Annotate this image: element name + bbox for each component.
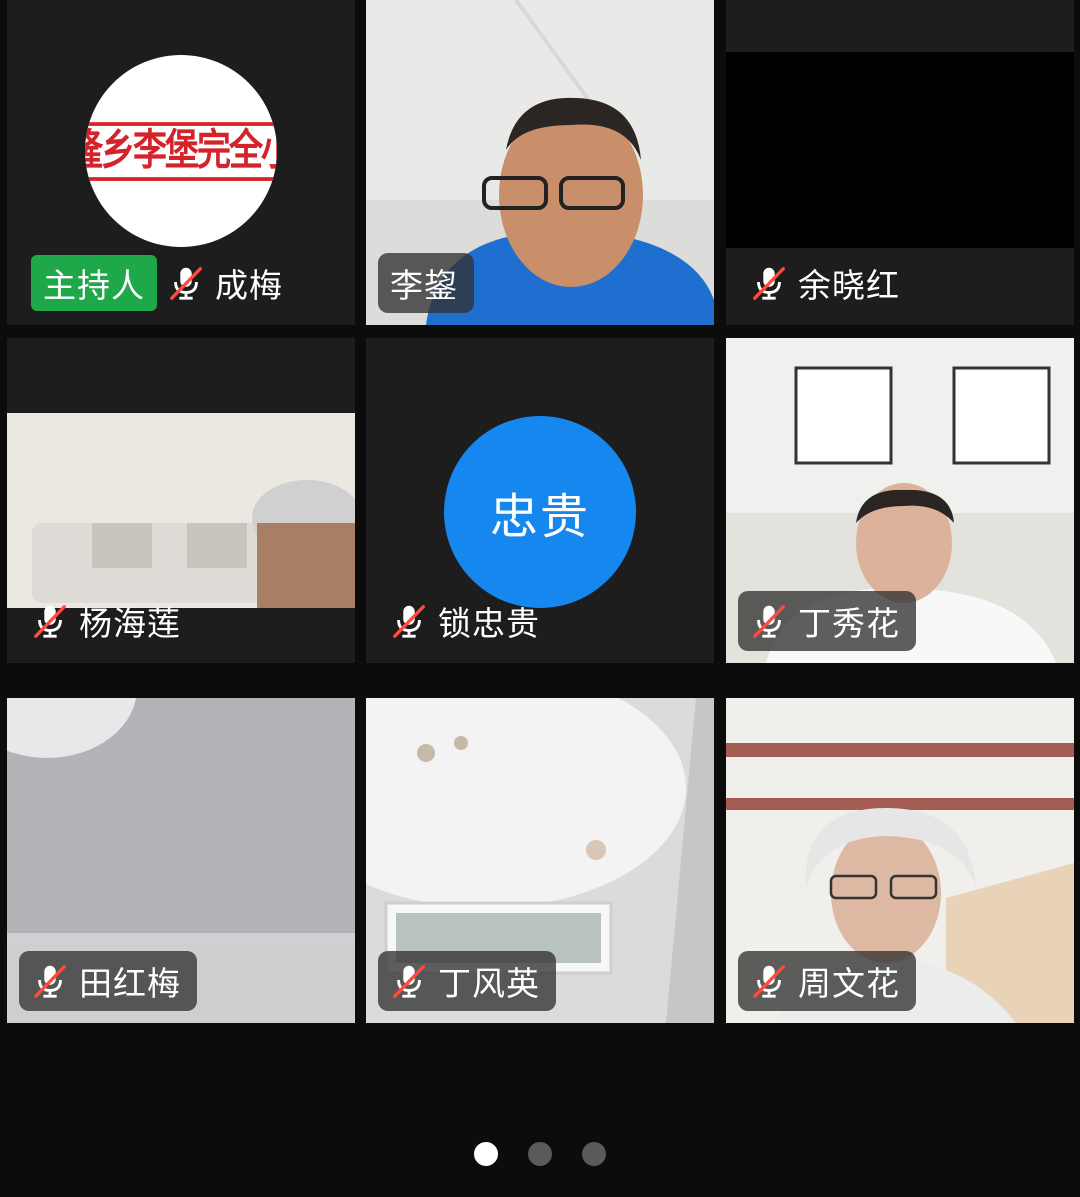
mic-muted-icon	[750, 264, 788, 302]
host-badge: 主持人	[31, 255, 157, 311]
participant-name: 周文花	[798, 964, 900, 1003]
mic-muted-icon	[31, 602, 69, 640]
mic-muted-icon	[167, 264, 205, 302]
participant-avatar: 忠贵	[444, 416, 636, 608]
participant-name: 成梅	[215, 266, 283, 305]
participant-tile-9[interactable]: 周文花	[726, 698, 1074, 1023]
participant-tile-1[interactable]: 兴隆乡李堡完全小学 主持人 成梅	[7, 0, 355, 325]
participant-name: 丁风英	[438, 964, 540, 1003]
participant-grid: 兴隆乡李堡完全小学 主持人 成梅 李鋆 余晓红	[0, 0, 1080, 1050]
school-logo: 兴隆乡李堡完全小学	[85, 55, 277, 247]
page-indicator	[0, 1142, 1080, 1170]
participant-name-tag: 余晓红	[738, 253, 916, 313]
participant-name: 锁忠贵	[438, 604, 540, 643]
mic-muted-icon	[390, 962, 428, 1000]
participant-tile-8[interactable]: 丁风英	[366, 698, 714, 1023]
participant-tile-4[interactable]: 杨海莲	[7, 338, 355, 663]
participant-name-tag: 周文花	[738, 951, 916, 1011]
participant-name: 杨海莲	[79, 604, 181, 643]
participant-name: 田红梅	[79, 964, 181, 1003]
participant-tile-2[interactable]: 李鋆	[366, 0, 714, 325]
mic-muted-icon	[31, 962, 69, 1000]
participant-name-tag: 丁风英	[378, 951, 556, 1011]
logo-text: 兴隆乡李堡完全小学	[85, 121, 277, 181]
participant-name: 丁秀花	[798, 604, 900, 643]
participant-tile-7[interactable]: 田红梅	[7, 698, 355, 1023]
participant-name-tag: 锁忠贵	[366, 591, 556, 651]
participant-name-tag: 丁秀花	[738, 591, 916, 651]
page-dot-2[interactable]	[528, 1142, 552, 1166]
participant-name-tag: 杨海莲	[7, 591, 197, 651]
participant-tile-5[interactable]: 忠贵 锁忠贵	[366, 338, 714, 663]
participant-tile-3[interactable]: 余晓红	[726, 0, 1074, 325]
mic-muted-icon	[750, 602, 788, 640]
participant-name-tag: 主持人 成梅	[7, 253, 299, 313]
participant-name-tag: 田红梅	[19, 951, 197, 1011]
participant-name: 李鋆	[390, 266, 458, 305]
participant-name-tag: 李鋆	[378, 253, 474, 313]
participant-tile-6[interactable]: 丁秀花	[726, 338, 1074, 663]
participant-name: 余晓红	[798, 266, 900, 305]
video-feed-off	[726, 52, 1074, 248]
mic-muted-icon	[750, 962, 788, 1000]
page-dot-3[interactable]	[582, 1142, 606, 1166]
page-dot-1[interactable]	[474, 1142, 498, 1166]
mic-muted-icon	[390, 602, 428, 640]
